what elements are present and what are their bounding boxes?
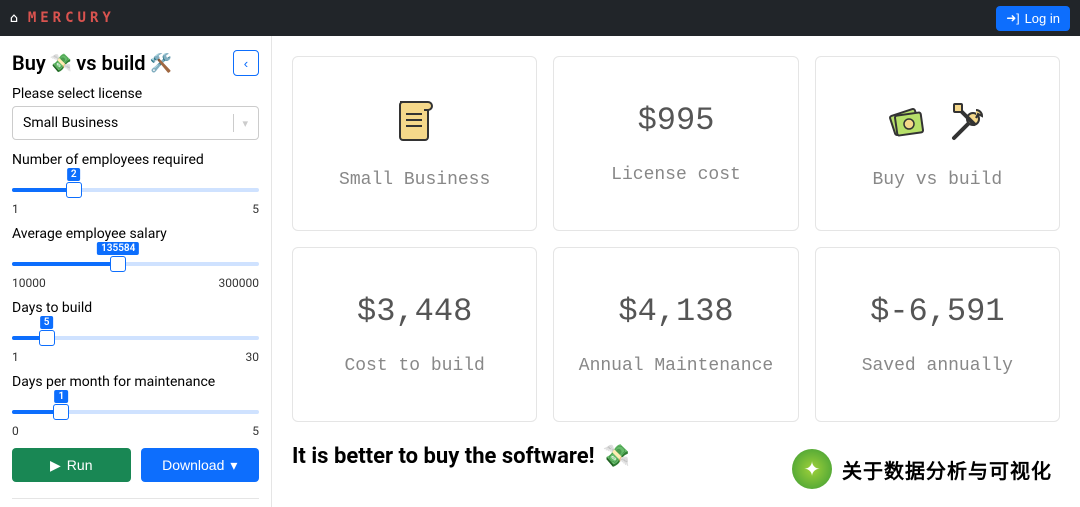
watermark-text: 关于数据分析与可视化 <box>842 455 1052 484</box>
slider-max: 300000 <box>219 276 259 290</box>
license-select[interactable]: Small Business ▾ <box>12 106 259 140</box>
buy-vs-build-icon <box>884 98 990 144</box>
login-label: Log in <box>1025 11 1060 26</box>
slider-thumb[interactable] <box>39 330 55 346</box>
navbar: ⌂ MERCURY ➜] Log in <box>0 0 1080 36</box>
metric-value: $4,138 <box>618 293 733 330</box>
metric-value: $995 <box>638 102 715 139</box>
caret-down-icon: ▾ <box>230 457 237 474</box>
metric-card-4: $4,138 Annual Maintenance <box>553 247 798 422</box>
money-emoji-icon: 💸 <box>603 444 630 469</box>
metric-label: Annual Maintenance <box>579 356 773 376</box>
tools-emoji-icon: 🛠️ <box>150 53 172 74</box>
sidebar: Buy 💸 vs build 🛠️ ‹ Please select licens… <box>0 36 272 507</box>
slider-max: 5 <box>252 424 259 438</box>
wechat-icon: ✦ <box>792 449 832 489</box>
run-button[interactable]: ▶ Run <box>12 448 131 482</box>
metric-label: Saved annually <box>862 356 1013 376</box>
slider-track[interactable]: 5 <box>12 322 259 348</box>
slider-0: Number of employees required215 <box>12 152 259 216</box>
metric-label: Cost to build <box>344 356 484 376</box>
slider-label: Average employee salary <box>12 226 259 242</box>
slider-min: 1 <box>12 202 19 216</box>
slider-value-bubble: 1 <box>55 390 69 403</box>
page-title: Buy 💸 vs build 🛠️ <box>12 51 172 75</box>
slider-label: Days per month for maintenance <box>12 374 259 390</box>
slider-track[interactable]: 1 <box>12 396 259 422</box>
divider <box>12 498 259 499</box>
slider-min: 0 <box>12 424 19 438</box>
brand[interactable]: ⌂ MERCURY <box>10 10 115 26</box>
brand-text: MERCURY <box>28 10 115 26</box>
slider-track[interactable]: 2 <box>12 174 259 200</box>
slider-value-bubble: 2 <box>67 168 81 181</box>
slider-label: Number of employees required <box>12 152 259 168</box>
main-content: Small Business $995 License cost Buy vs bui… <box>272 36 1080 507</box>
metric-card-0: Small Business <box>292 56 537 231</box>
play-icon: ▶ <box>50 457 61 474</box>
home-icon: ⌂ <box>10 11 22 26</box>
metric-card-3: $3,448 Cost to build <box>292 247 537 422</box>
metric-value: $3,448 <box>357 293 472 330</box>
license-label: Please select license <box>12 86 259 102</box>
slider-3: Days per month for maintenance105 <box>12 374 259 438</box>
slider-track[interactable]: 135584 <box>12 248 259 274</box>
license-value: Small Business <box>23 115 118 131</box>
slider-thumb[interactable] <box>53 404 69 420</box>
login-icon: ➜] <box>1006 11 1019 25</box>
slider-value-bubble: 5 <box>40 316 54 329</box>
slider-thumb[interactable] <box>66 182 82 198</box>
scroll-icon <box>392 98 438 144</box>
download-label: Download <box>162 457 224 473</box>
chevron-down-icon: ▾ <box>242 117 248 130</box>
slider-max: 30 <box>246 350 260 364</box>
download-button[interactable]: Download ▾ <box>141 448 260 482</box>
run-label: Run <box>67 457 93 473</box>
watermark-badge: ✦ 关于数据分析与可视化 <box>786 443 1064 495</box>
metric-card-1: $995 License cost <box>553 56 798 231</box>
chevron-left-icon: ‹ <box>244 56 248 71</box>
metric-label: Buy vs build <box>873 170 1003 190</box>
metric-label: License cost <box>611 165 741 185</box>
slider-min: 10000 <box>12 276 46 290</box>
slider-2: Days to build5130 <box>12 300 259 364</box>
slider-1: Average employee salary13558410000300000 <box>12 226 259 290</box>
metric-value: $-6,591 <box>870 293 1004 330</box>
login-button[interactable]: ➜] Log in <box>996 6 1070 31</box>
money-emoji-icon: 💸 <box>50 53 72 74</box>
slider-thumb[interactable] <box>110 256 126 272</box>
slider-label: Days to build <box>12 300 259 316</box>
metric-card-2: Buy vs build <box>815 56 1060 231</box>
metric-card-5: $-6,591 Saved annually <box>815 247 1060 422</box>
slider-min: 1 <box>12 350 19 364</box>
slider-value-bubble: 135584 <box>97 242 139 255</box>
metric-label: Small Business <box>339 170 490 190</box>
slider-max: 5 <box>252 202 259 216</box>
collapse-sidebar-button[interactable]: ‹ <box>233 50 259 76</box>
